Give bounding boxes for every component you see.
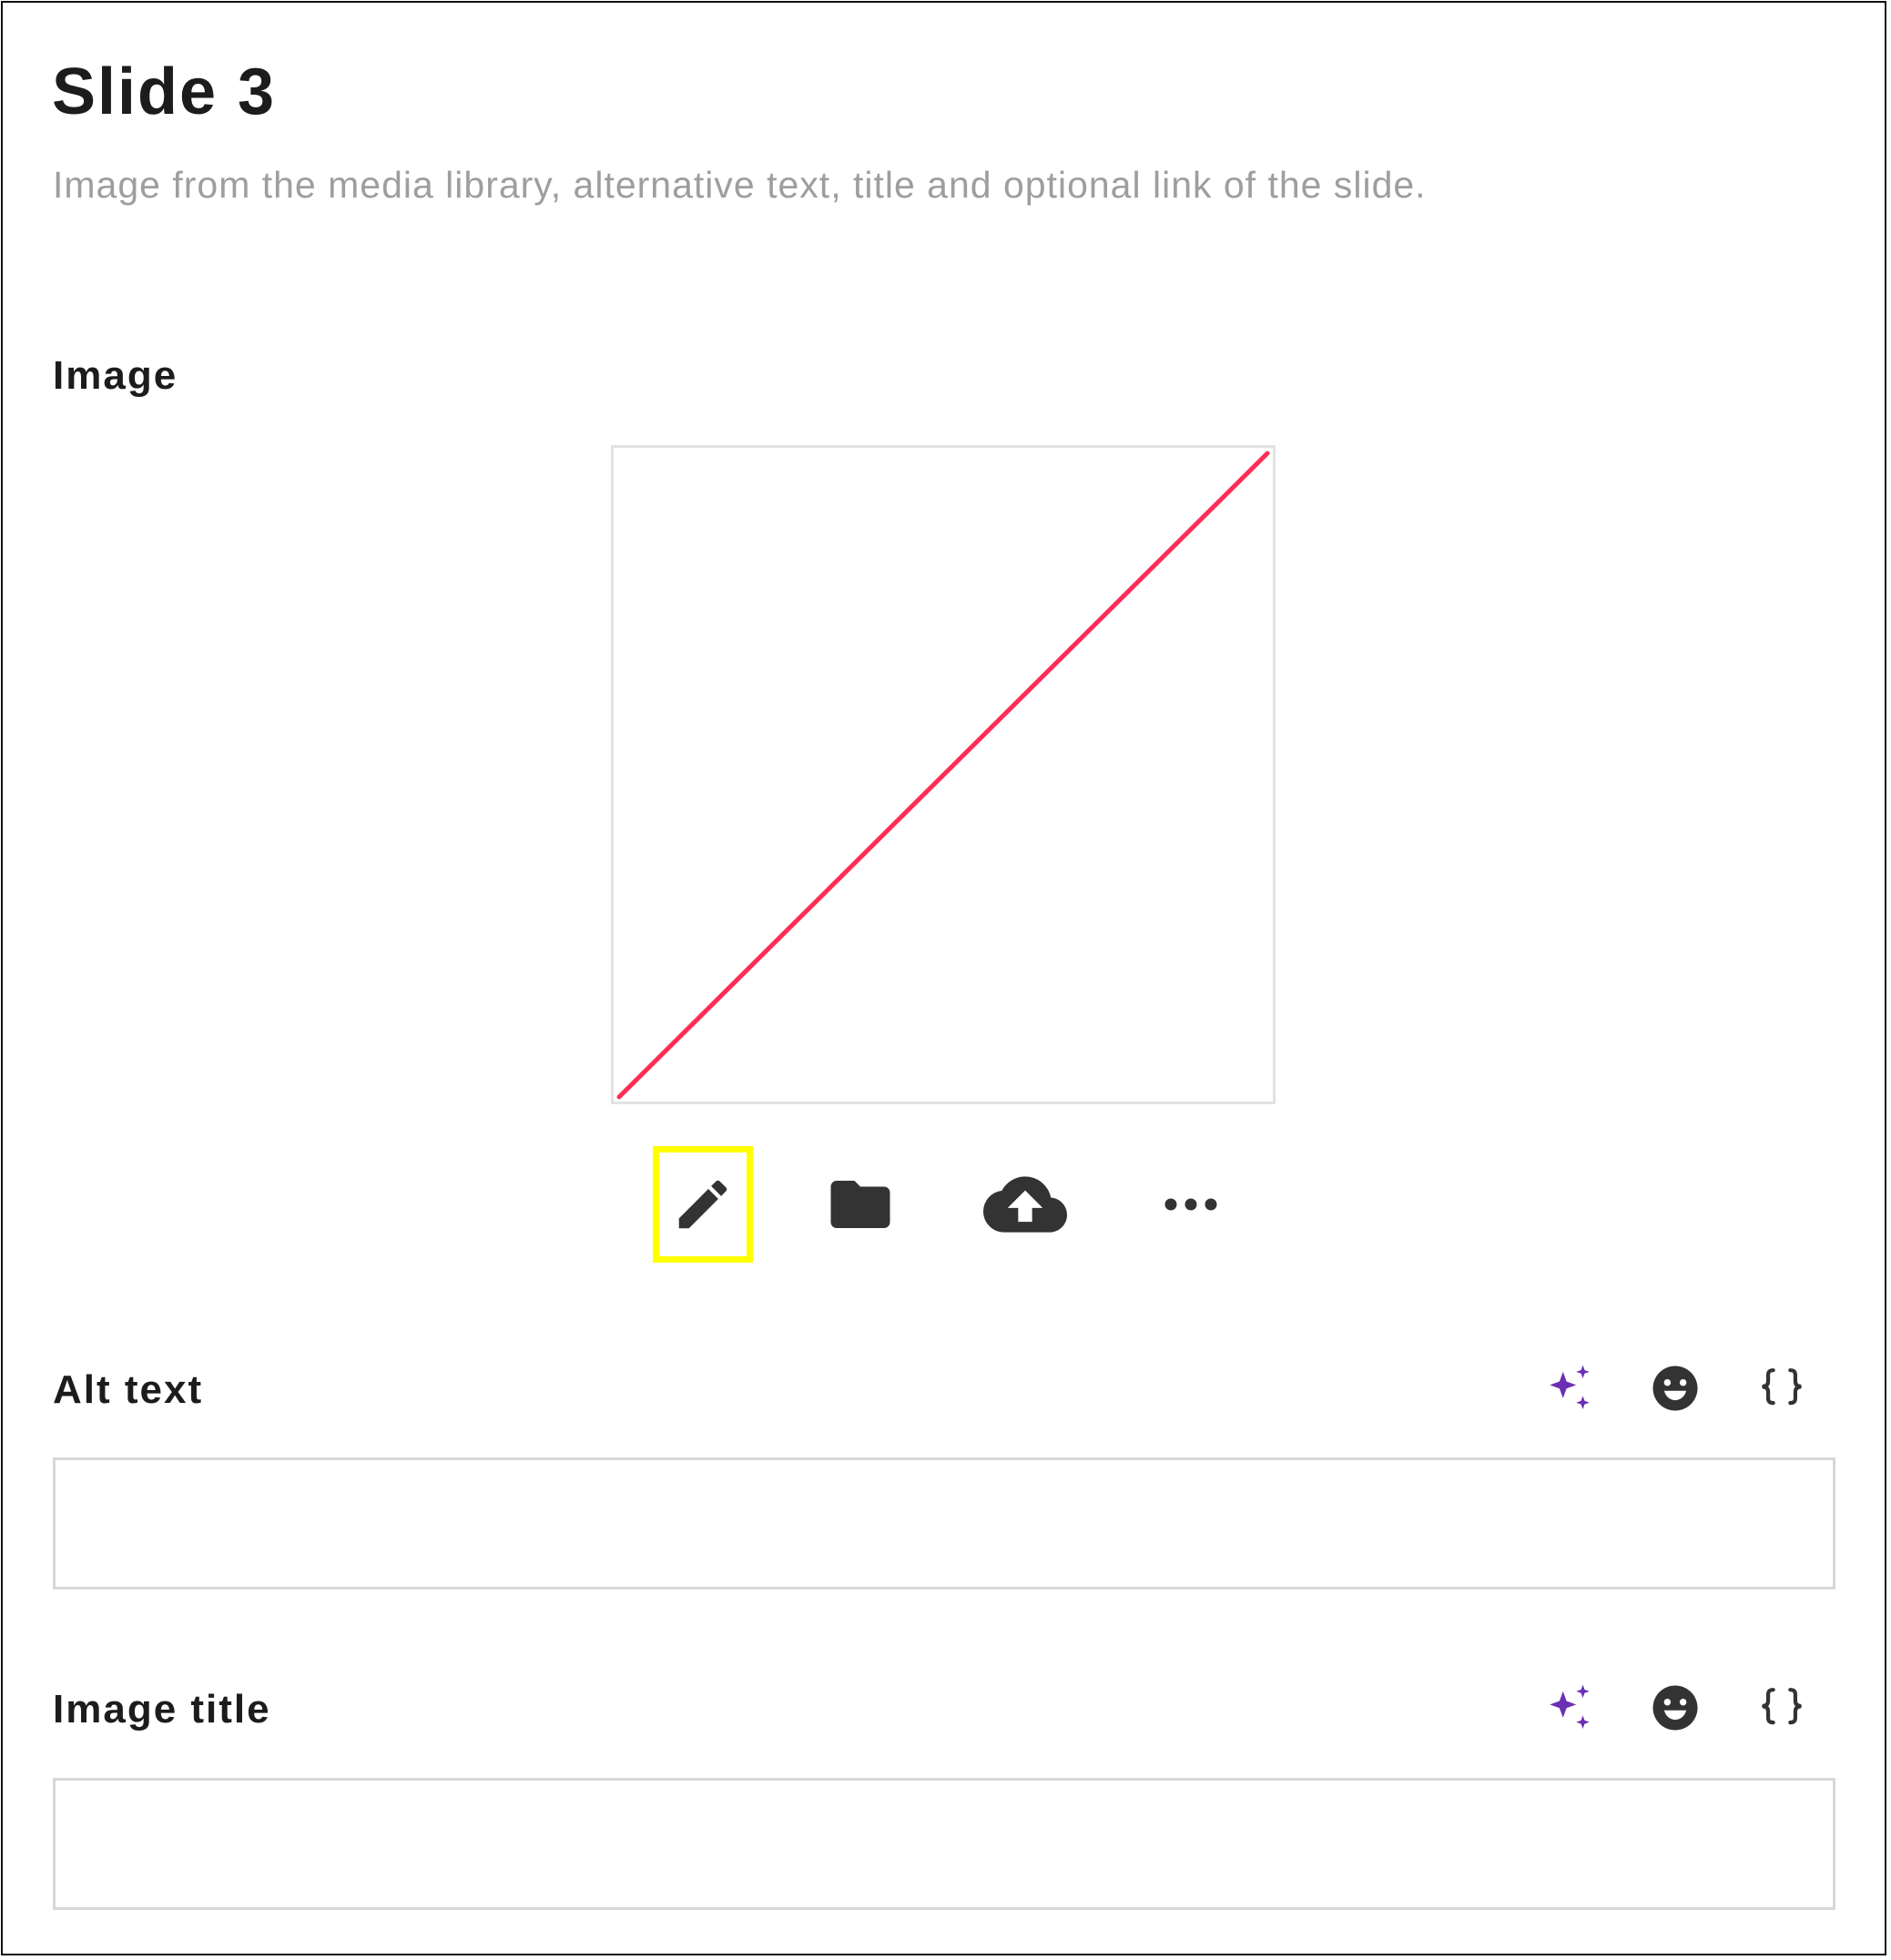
edit-image-button[interactable] bbox=[653, 1146, 753, 1263]
panel-description: Image from the media library, alternativ… bbox=[53, 164, 1427, 206]
alt-text-ai-button[interactable] bbox=[1533, 1352, 1606, 1425]
image-title-label: Image title bbox=[53, 1687, 271, 1732]
alt-text-input[interactable] bbox=[53, 1457, 1835, 1589]
image-title-ai-button[interactable] bbox=[1533, 1671, 1606, 1744]
more-horizontal-icon bbox=[1164, 1198, 1217, 1211]
cloud-upload-icon bbox=[983, 1176, 1067, 1233]
ai-sparkle-icon bbox=[1550, 1684, 1590, 1729]
empty-image-slash bbox=[616, 451, 1270, 1100]
image-title-variable-button[interactable] bbox=[1745, 1671, 1818, 1744]
image-title-input[interactable] bbox=[53, 1778, 1835, 1910]
settings-panel: Slide 3 Image from the media library, al… bbox=[1, 1, 1886, 1955]
emoji-icon bbox=[1652, 1685, 1698, 1731]
image-title-emoji-button[interactable] bbox=[1639, 1671, 1712, 1744]
image-preview[interactable] bbox=[611, 445, 1276, 1104]
ai-sparkle-icon bbox=[1550, 1365, 1590, 1409]
upload-image-button[interactable] bbox=[975, 1146, 1075, 1263]
folder-icon bbox=[830, 1181, 890, 1228]
alt-text-variable-button[interactable] bbox=[1745, 1352, 1818, 1425]
emoji-icon bbox=[1652, 1366, 1698, 1411]
curly-braces-icon bbox=[1762, 1688, 1802, 1725]
image-field-label: Image bbox=[53, 353, 178, 398]
media-library-button[interactable] bbox=[810, 1146, 910, 1263]
alt-text-emoji-button[interactable] bbox=[1639, 1352, 1712, 1425]
more-options-button[interactable] bbox=[1141, 1146, 1241, 1263]
pencil-icon bbox=[678, 1180, 727, 1229]
alt-text-label: Alt text bbox=[53, 1367, 204, 1412]
curly-braces-icon bbox=[1762, 1368, 1802, 1406]
panel-title: Slide 3 bbox=[52, 56, 277, 128]
